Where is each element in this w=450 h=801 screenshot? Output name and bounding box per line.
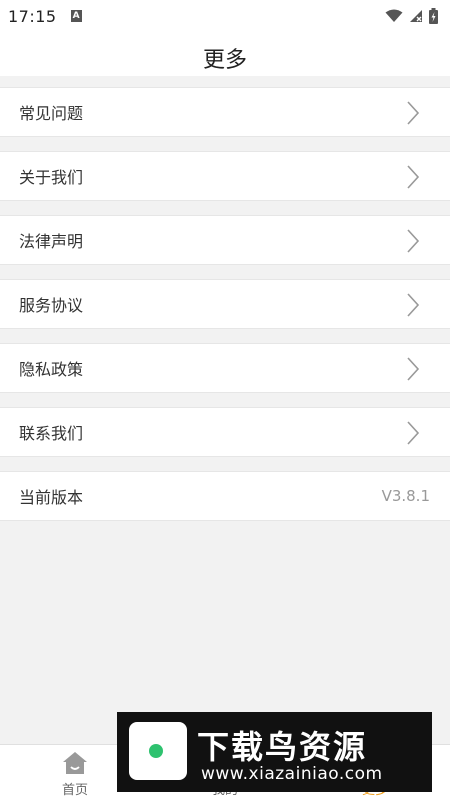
- menu-item-label: 隐私政策: [19, 360, 84, 379]
- menu-item-contact-us[interactable]: 联系我们: [0, 407, 450, 457]
- header: 更多: [0, 32, 450, 76]
- status-bar: 17:15 A: [0, 0, 450, 32]
- battery-icon: [429, 8, 438, 24]
- watermark-url: www.xiazainiao.com: [201, 764, 383, 784]
- page-title: 更多: [202, 48, 247, 73]
- menu-item-legal-notice[interactable]: 法律声明: [0, 215, 450, 265]
- android-a-icon: A: [70, 10, 82, 22]
- menu-item-service-agreement[interactable]: 服务协议: [0, 279, 450, 329]
- version-label: 当前版本: [19, 488, 84, 507]
- chevron-right-icon: [407, 293, 420, 317]
- menu-item-faq[interactable]: 常见问题: [0, 87, 450, 137]
- menu-item-version: 当前版本 V3.8.1: [0, 471, 450, 521]
- watermark-logo-icon: [129, 722, 187, 780]
- chevron-right-icon: [407, 421, 420, 445]
- signal-icon: [410, 10, 422, 22]
- chevron-right-icon: [407, 229, 420, 253]
- chevron-right-icon: [407, 165, 420, 189]
- chevron-right-icon: [407, 357, 420, 381]
- menu-item-privacy-policy[interactable]: 隐私政策: [0, 343, 450, 393]
- menu-item-label: 法律声明: [19, 232, 84, 251]
- status-icons: [385, 8, 438, 24]
- watermark-banner: 下载鸟资源 www.xiazainiao.com: [117, 712, 432, 792]
- chevron-right-icon: [407, 101, 420, 125]
- home-icon: [63, 752, 87, 774]
- menu-item-label: 联系我们: [19, 424, 84, 443]
- version-value: V3.8.1: [381, 487, 430, 505]
- menu-item-about-us[interactable]: 关于我们: [0, 151, 450, 201]
- wifi-icon: [385, 9, 403, 22]
- watermark-logo-dot: [149, 744, 163, 758]
- menu-item-label: 关于我们: [19, 168, 84, 187]
- menu-item-label: 常见问题: [19, 104, 84, 123]
- status-time: 17:15: [8, 6, 57, 26]
- menu-item-label: 服务协议: [19, 296, 84, 315]
- watermark-title: 下载鸟资源: [197, 728, 368, 766]
